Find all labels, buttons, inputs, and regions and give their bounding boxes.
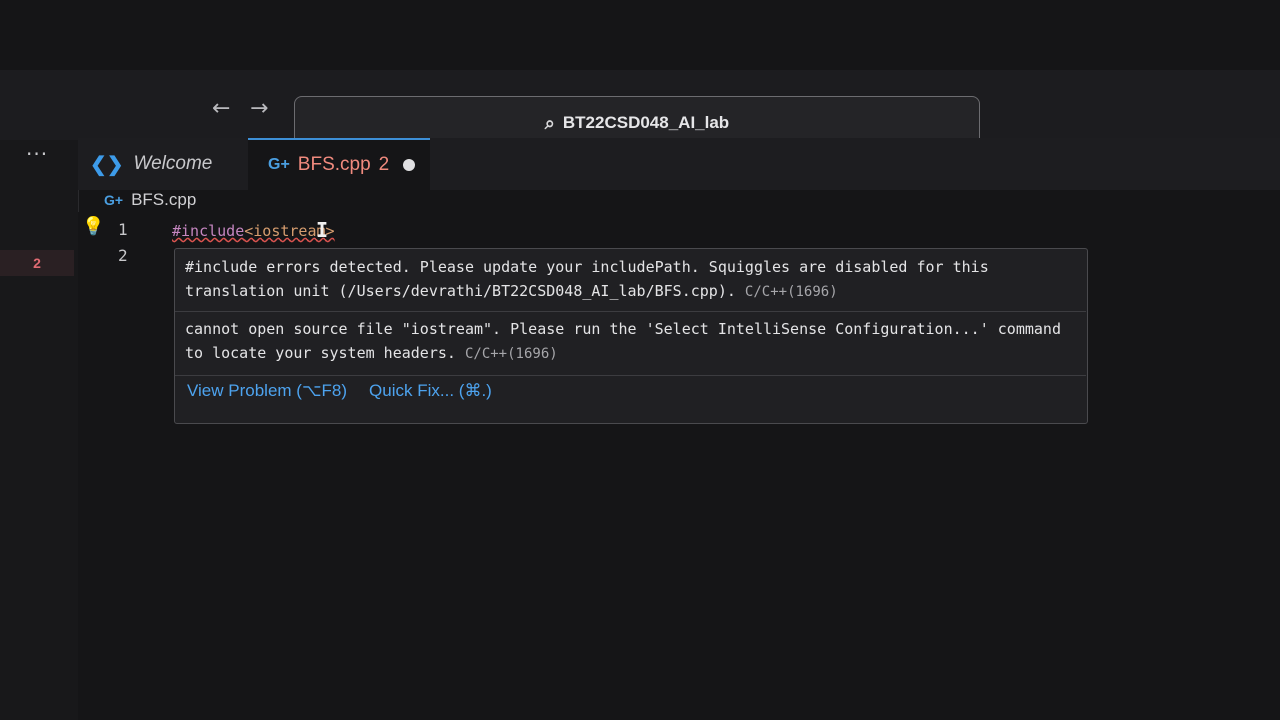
cpp-file-icon: G+	[104, 192, 124, 208]
activity-bar	[0, 140, 79, 720]
tab-label: Welcome	[133, 153, 213, 174]
line-number: 2	[118, 246, 128, 265]
diagnostic-code: C/C++(1696)	[464, 346, 558, 362]
tab-error-count: 2	[378, 154, 390, 175]
divider	[175, 311, 1086, 312]
quick-fix-link[interactable]: Quick Fix... (⌘.)	[369, 381, 492, 401]
tab-bar: ❮❯ Welcome G+ BFS.cpp 2	[78, 138, 1280, 190]
line-number: 1	[118, 220, 128, 239]
search-icon: ⌕	[544, 112, 555, 133]
diagnostic-message: #include errors detected. Please update …	[185, 255, 1079, 304]
divider	[175, 375, 1086, 376]
diagnostic-text: cannot open source file "iostream". Plea…	[185, 320, 1061, 362]
view-problem-link[interactable]: View Problem (⌥F8)	[187, 381, 347, 401]
tab-bfs-cpp[interactable]: G+ BFS.cpp 2	[248, 138, 430, 190]
hover-actions: View Problem (⌥F8) Quick Fix... (⌘.)	[187, 381, 492, 401]
code-line-1[interactable]: #include<iostream>	[172, 222, 335, 240]
arrow-right-icon[interactable]: →	[250, 96, 268, 121]
diagnostic-message: cannot open source file "iostream". Plea…	[185, 317, 1079, 366]
text-cursor-icon: I	[316, 218, 329, 242]
more-actions-icon[interactable]: ···	[26, 142, 48, 166]
workspace-title: BT22CSD048_AI_lab	[562, 113, 730, 132]
vscode-logo-icon: ❮❯	[90, 153, 124, 176]
diagnostic-code: C/C++(1696)	[744, 284, 838, 300]
hover-widget: #include errors detected. Please update …	[174, 248, 1088, 424]
vscode-window: ← → ⌕ BT22CSD048_AI_lab ··· 2 ❮❯ Welcome…	[0, 0, 1280, 720]
tab-welcome[interactable]: ❮❯ Welcome	[78, 138, 246, 190]
unsaved-dot-icon[interactable]	[403, 159, 416, 171]
arrow-left-icon[interactable]: ←	[212, 96, 230, 121]
tab-label: BFS.cpp	[297, 154, 371, 175]
diagnostic-text: #include errors detected. Please update …	[185, 258, 989, 300]
include-directive: #include	[172, 222, 245, 240]
problem-count-badge: 2	[0, 250, 74, 276]
cpp-file-icon: G+	[268, 156, 290, 173]
lightbulb-icon[interactable]: 💡	[82, 216, 104, 237]
breadcrumb-file: BFS.cpp	[131, 190, 197, 209]
breadcrumb[interactable]: G+ BFS.cpp	[104, 190, 196, 210]
